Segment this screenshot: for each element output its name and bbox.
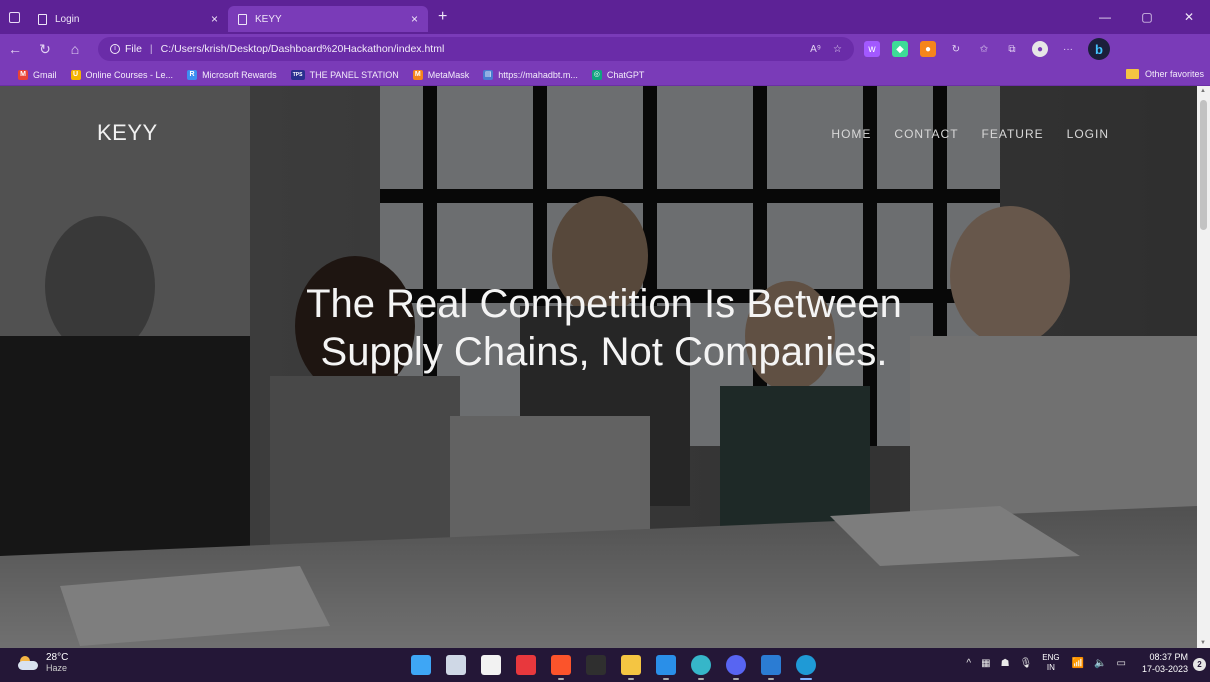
tray-app-icon[interactable]: ☗ bbox=[1001, 658, 1010, 669]
favorite-microsoft-rewards[interactable]: R Microsoft Rewards bbox=[187, 69, 277, 80]
rewards-icon: R bbox=[187, 69, 198, 80]
windows-taskbar: 28°C Haze ^ ▦ ☗ 🎙 ENG IN 📶 🔈 ▭ 08:37 PM … bbox=[0, 648, 1210, 682]
tab-keyy[interactable]: KEYY × bbox=[228, 6, 428, 32]
tab-close-icon[interactable]: × bbox=[211, 12, 218, 26]
metamask-icon: M bbox=[412, 69, 423, 80]
favorite-star-icon[interactable]: ☆ bbox=[833, 44, 842, 55]
nav-login[interactable]: LOGIN bbox=[1067, 127, 1109, 141]
favorite-mahadbt[interactable]: ▤ https://mahadbt.m... bbox=[483, 69, 578, 80]
info-icon[interactable]: i bbox=[110, 44, 120, 54]
favorites-bar: M Gmail U Online Courses - Le... R Microsof… bbox=[0, 64, 1210, 86]
site-logo[interactable]: KEYY bbox=[97, 120, 158, 146]
url-text[interactable]: C:/Users/krish/Desktop/Dashboard%20Hacka… bbox=[161, 43, 445, 55]
word-icon[interactable] bbox=[761, 655, 781, 680]
edge-icon[interactable] bbox=[796, 655, 816, 680]
weather-condition: Haze bbox=[46, 663, 68, 673]
folder-icon bbox=[1125, 69, 1139, 79]
taskbar-apps bbox=[411, 655, 816, 680]
address-bar[interactable]: i File | C:/Users/krish/Desktop/Dashboar… bbox=[98, 37, 854, 61]
favorites-icon[interactable]: ✩ bbox=[976, 41, 992, 57]
nav-home[interactable]: HOME bbox=[831, 127, 871, 141]
extension-icon[interactable]: w bbox=[864, 41, 880, 57]
nav-feature[interactable]: FEATURE bbox=[982, 127, 1044, 141]
date: 17-03-2023 bbox=[1141, 664, 1188, 674]
notification-badge[interactable]: 2 bbox=[1193, 658, 1206, 671]
speaker-icon[interactable]: 🔈 bbox=[1094, 658, 1106, 669]
store-icon[interactable] bbox=[481, 655, 501, 675]
weather-widget[interactable]: 28°C Haze bbox=[18, 652, 68, 674]
favorite-chatgpt[interactable]: ◎ ChatGPT bbox=[591, 69, 644, 80]
time: 08:37 PM bbox=[1149, 652, 1188, 662]
tps-icon: TPS bbox=[290, 69, 305, 80]
language-indicator[interactable]: ENG IN bbox=[1042, 653, 1059, 673]
microphone-icon[interactable]: 🎙 bbox=[1020, 658, 1033, 669]
favorite-gmail[interactable]: M Gmail bbox=[18, 69, 57, 80]
other-favorites[interactable]: Other favorites bbox=[1125, 69, 1204, 79]
task-view-icon[interactable] bbox=[446, 655, 466, 675]
profile-avatar-icon[interactable]: ● bbox=[1032, 41, 1048, 57]
page-scrollbar[interactable]: ▲ ▼ bbox=[1197, 86, 1210, 648]
metamask-icon[interactable]: ● bbox=[920, 41, 936, 57]
scroll-down-icon[interactable]: ▼ bbox=[1200, 640, 1206, 646]
scroll-up-icon[interactable]: ▲ bbox=[1200, 88, 1206, 94]
window-controls: — ▢ ✕ bbox=[1084, 0, 1210, 34]
wifi-icon[interactable]: 📶 bbox=[1072, 658, 1084, 669]
nav-contact[interactable]: CONTACT bbox=[894, 127, 958, 141]
protocol-label: File bbox=[125, 43, 142, 55]
chatgpt-icon: ◎ bbox=[591, 69, 602, 80]
scrollbar-thumb[interactable] bbox=[1200, 100, 1207, 230]
vscode-icon[interactable] bbox=[656, 655, 676, 680]
hero-heading: The Real Competition Is Between Supply C… bbox=[306, 282, 902, 374]
page-icon bbox=[238, 13, 247, 25]
more-menu-icon[interactable]: ··· bbox=[1060, 41, 1076, 57]
home-icon[interactable]: ⌂ bbox=[60, 41, 90, 57]
brave-icon[interactable] bbox=[551, 655, 571, 680]
read-aloud-icon[interactable]: A⁹ bbox=[810, 44, 821, 55]
favorite-panel-station[interactable]: TPS THE PANEL STATION bbox=[290, 69, 399, 80]
app-icon[interactable] bbox=[516, 655, 536, 675]
page-viewport: KEYY HOME CONTACT FEATURE LOGIN The Real… bbox=[0, 86, 1197, 648]
tab-actions-icon[interactable] bbox=[0, 0, 28, 34]
extension-icon[interactable]: ◆ bbox=[892, 41, 908, 57]
battery-icon[interactable]: ▭ bbox=[1117, 658, 1126, 669]
clock[interactable]: 08:37 PM 17-03-2023 bbox=[1142, 651, 1188, 675]
tab-label: Login bbox=[55, 13, 80, 25]
extensions: w ◆ ● ↻ ✩ ⧉ ● ··· b bbox=[864, 38, 1110, 60]
epic-games-icon[interactable] bbox=[586, 655, 606, 675]
weather-temp: 28°C bbox=[46, 652, 69, 663]
favorite-online-courses[interactable]: U Online Courses - Le... bbox=[70, 69, 173, 80]
tab-close-icon[interactable]: × bbox=[411, 12, 418, 26]
bing-icon[interactable]: b bbox=[1088, 38, 1110, 60]
minimize-button[interactable]: — bbox=[1084, 10, 1126, 24]
tab-login[interactable]: Login × bbox=[28, 6, 228, 32]
collections-icon[interactable]: ⧉ bbox=[1004, 41, 1020, 57]
refresh-extension-icon[interactable]: ↻ bbox=[948, 41, 964, 57]
address-separator: | bbox=[149, 43, 153, 55]
browser-toolbar: ← ↻ ⌂ i File | C:/Users/krish/Desktop/Da… bbox=[0, 34, 1210, 64]
system-tray: ^ ▦ ☗ 🎙 ENG IN 📶 🔈 ▭ 08:37 PM 17-03-2023 bbox=[966, 651, 1188, 675]
refresh-icon[interactable]: ↻ bbox=[30, 41, 60, 58]
new-tab-button[interactable]: + bbox=[438, 8, 447, 26]
discord-icon[interactable] bbox=[726, 655, 746, 680]
page-icon bbox=[38, 13, 47, 25]
restore-button[interactable]: ▢ bbox=[1126, 10, 1168, 24]
browser-tab-strip: Login × KEYY × + — ▢ ✕ bbox=[0, 0, 1210, 34]
tray-app-icon[interactable]: ▦ bbox=[981, 658, 990, 669]
chevron-up-icon[interactable]: ^ bbox=[966, 658, 971, 669]
close-window-button[interactable]: ✕ bbox=[1168, 10, 1210, 24]
back-icon[interactable]: ← bbox=[0, 41, 30, 57]
tab-label: KEYY bbox=[255, 13, 282, 25]
start-icon[interactable] bbox=[411, 655, 431, 675]
udemy-icon: U bbox=[70, 69, 81, 80]
favorite-metamask[interactable]: M MetaMask bbox=[412, 69, 469, 80]
edge-dev-icon[interactable] bbox=[691, 655, 711, 680]
weather-haze-icon bbox=[18, 656, 38, 670]
document-icon: ▤ bbox=[483, 69, 494, 80]
gmail-icon: M bbox=[18, 69, 28, 80]
file-explorer-icon[interactable] bbox=[621, 655, 641, 680]
site-nav: HOME CONTACT FEATURE LOGIN bbox=[831, 127, 1109, 141]
